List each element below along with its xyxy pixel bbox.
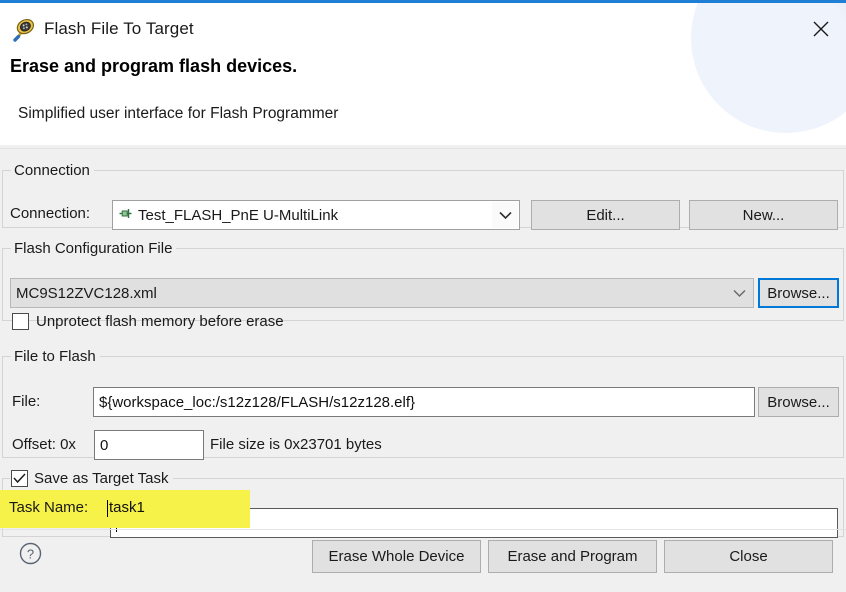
file-field-label: File: — [12, 393, 41, 410]
close-icon[interactable] — [796, 3, 846, 55]
erase-and-program-button[interactable]: Erase and Program — [488, 540, 657, 573]
file-size-text: File size is 0x23701 bytes — [210, 436, 382, 453]
flash-configuration-group-label: Flash Configuration File — [14, 240, 173, 257]
offset-input[interactable]: 0 — [94, 430, 204, 460]
new-connection-button[interactable]: New... — [689, 200, 838, 230]
checkbox-box — [11, 470, 28, 487]
save-as-target-task-label: Save as Target Task — [34, 470, 169, 487]
connection-select[interactable]: Test_FLASH_PnE U-MultiLink — [112, 200, 520, 230]
file-path-input[interactable]: ${workspace_loc:/s12z128/FLASH/s12z128.e… — [93, 387, 755, 417]
task-name-value-overlay: task1 — [107, 499, 145, 517]
erase-whole-device-button[interactable]: Erase Whole Device — [312, 540, 481, 573]
offset-label: Offset: 0x — [12, 436, 76, 453]
help-icon[interactable]: ? — [19, 542, 42, 570]
connection-field-label: Connection: — [10, 205, 91, 222]
close-button[interactable]: Close — [664, 540, 833, 573]
file-to-flash-group: File to Flash File: ${workspace_loc:/s12… — [2, 348, 844, 460]
window-title: Flash File To Target — [44, 19, 194, 38]
header-divider — [0, 148, 846, 149]
dialog-header: Flash File To Target Erase and program f… — [0, 3, 846, 145]
flash-configuration-value: MC9S12ZVC128.xml — [16, 284, 157, 302]
page-subtitle: Simplified user interface for Flash Prog… — [18, 105, 339, 122]
connection-value: Test_FLASH_PnE U-MultiLink — [138, 206, 339, 224]
dialog-body: Connection Connection: Test_FLASH_PnE U-… — [0, 148, 846, 592]
connection-node-icon — [118, 206, 133, 225]
checkbox-box — [12, 313, 29, 330]
flash-file-to-target-dialog: Flash File To Target Erase and program f… — [0, 0, 846, 592]
file-browse-button[interactable]: Browse... — [758, 387, 839, 417]
connection-group: Connection Connection: Test_FLASH_PnE U-… — [2, 162, 844, 230]
edit-connection-button[interactable]: Edit... — [531, 200, 680, 230]
chevron-down-icon[interactable] — [492, 202, 518, 228]
flash-configuration-group: Flash Configuration File MC9S12ZVC128.xm… — [2, 240, 844, 330]
title-bar: Flash File To Target — [0, 3, 846, 55]
unprotect-flash-label: Unprotect flash memory before erase — [36, 313, 284, 330]
svg-text:?: ? — [27, 547, 34, 562]
flash-programmer-icon — [10, 16, 36, 42]
connection-group-label: Connection — [14, 162, 90, 179]
flash-configuration-browse-button[interactable]: Browse... — [758, 278, 839, 308]
chevron-down-icon[interactable] — [726, 280, 752, 306]
save-as-target-task-checkbox[interactable]: Save as Target Task — [10, 470, 173, 487]
page-title: Erase and program flash devices. — [10, 56, 298, 76]
flash-configuration-select[interactable]: MC9S12ZVC128.xml — [10, 278, 754, 308]
unprotect-flash-checkbox[interactable]: Unprotect flash memory before erase — [12, 313, 284, 330]
task-name-label-overlay: Task Name: — [9, 499, 89, 516]
file-to-flash-group-label: File to Flash — [14, 348, 96, 365]
footer-divider — [0, 529, 846, 530]
